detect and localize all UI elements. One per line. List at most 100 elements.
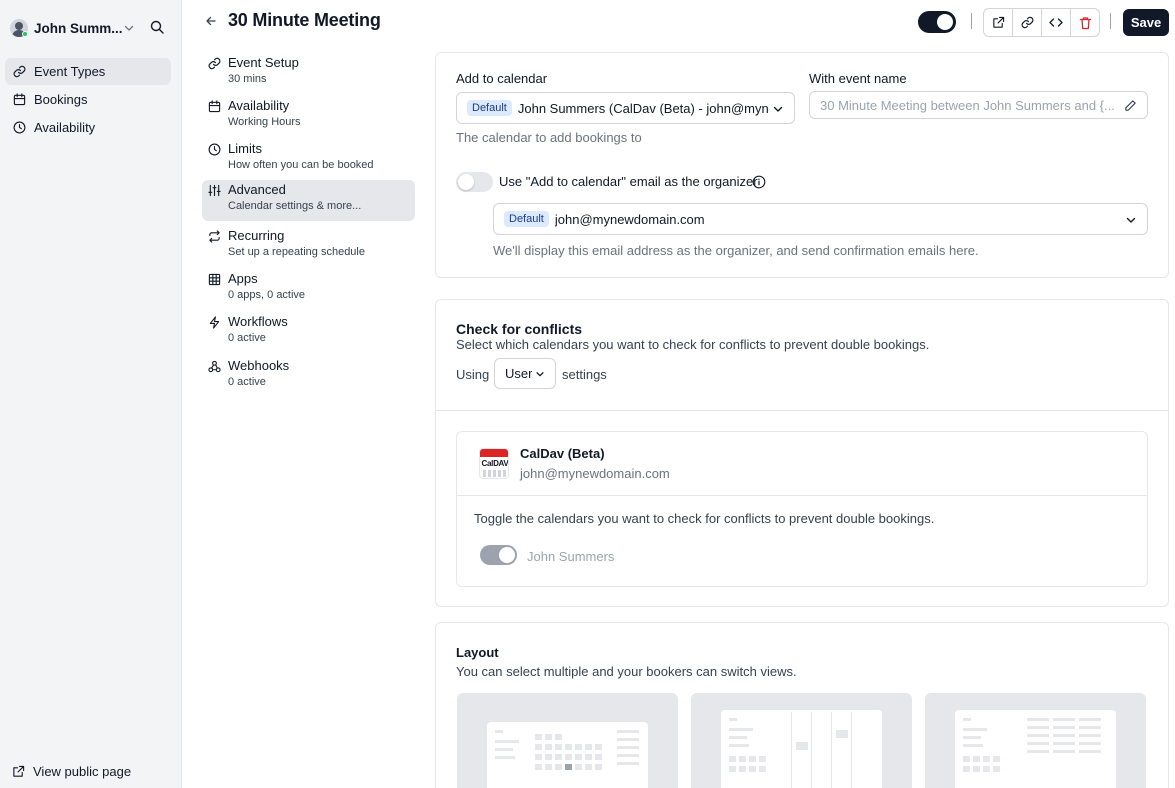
default-badge: Default: [504, 211, 549, 227]
chevron-down-icon: [1126, 217, 1136, 223]
using-suffix: settings: [562, 367, 607, 382]
clock-icon: [13, 121, 26, 134]
organizer-email-select[interactable]: Default john@mynewdomain.com: [493, 203, 1148, 235]
sidebar-item-availability[interactable]: Availability: [5, 114, 171, 141]
tab-availability[interactable]: Availability Working Hours: [202, 96, 415, 137]
tab-apps[interactable]: Apps 0 apps, 0 active: [202, 269, 415, 310]
external-link-icon: [13, 765, 25, 777]
conflicts-title: Check for conflicts: [456, 321, 583, 337]
calendar-conflict-toggle[interactable]: [480, 545, 517, 565]
tab-recurring[interactable]: Recurring Set up a repeating schedule: [202, 226, 415, 267]
settings-scope-select[interactable]: User: [494, 358, 556, 389]
default-badge: Default: [467, 100, 512, 116]
tab-description: How often you can be booked: [228, 159, 374, 171]
sidebar-item-label: Availability: [34, 120, 96, 135]
calendar-name: John Summers: [527, 549, 615, 564]
layout-option-week[interactable]: [691, 693, 912, 788]
back-arrow-icon[interactable]: [204, 14, 218, 28]
tab-title: Recurring: [228, 228, 285, 243]
calendar-icon: [13, 93, 26, 106]
trash-icon: [1079, 16, 1091, 29]
delete-button[interactable]: [1071, 9, 1099, 36]
embed-button[interactable]: [1042, 9, 1071, 36]
add-to-calendar-label: Add to calendar: [456, 71, 548, 86]
using-prefix: Using: [456, 367, 490, 382]
conflicts-subtitle: Select which calendars you want to check…: [456, 337, 930, 352]
link-icon: [208, 57, 221, 70]
tab-workflows[interactable]: Workflows 0 active: [202, 312, 415, 353]
calendar-icon: [208, 100, 221, 113]
tab-description: Calendar settings & more...: [228, 200, 362, 212]
divider: [457, 495, 1147, 496]
layout-title: Layout: [456, 645, 499, 660]
info-icon[interactable]: [752, 175, 766, 189]
tab-description: 0 active: [228, 376, 266, 388]
organizer-email-value: john@mynewdomain.com: [554, 211, 705, 227]
divider: [436, 410, 1168, 411]
divider: [1110, 13, 1111, 29]
tab-description: Working Hours: [228, 116, 301, 128]
tab-event-setup[interactable]: Event Setup 30 mins: [202, 53, 415, 94]
link-icon: [1021, 16, 1033, 29]
tab-title: Apps: [228, 271, 258, 286]
divider: [971, 13, 972, 29]
preview-button[interactable]: [984, 9, 1013, 36]
layout-option-column[interactable]: [925, 693, 1146, 788]
link-icon: [13, 65, 26, 78]
external-link-icon: [992, 16, 1004, 28]
calendar-select-value: John Summers (CalDav (Beta) - john@mynew…: [517, 100, 768, 116]
layout-option-month[interactable]: [457, 693, 678, 788]
sidebar-item-label: Event Types: [34, 64, 106, 79]
chevron-down-icon: [773, 106, 783, 112]
tab-webhooks[interactable]: Webhooks 0 active: [202, 356, 415, 397]
caldav-logo-text: CalDAV: [481, 459, 509, 468]
hidden-toggle[interactable]: [918, 11, 956, 33]
sidebar-item-label: Bookings: [34, 92, 88, 107]
chevron-down-icon: [536, 371, 544, 376]
tab-description: Set up a repeating schedule: [228, 246, 365, 258]
calendar-integration-box: CalDAV CalDav (Beta) john@mynewdomain.co…: [456, 431, 1148, 587]
tab-description: 30 mins: [228, 73, 267, 85]
save-button[interactable]: Save: [1123, 9, 1169, 36]
calendar-settings-card: Add to calendar Default John Summers (Ca…: [435, 52, 1169, 278]
sidebar-item-event-types[interactable]: Event Types: [5, 58, 171, 85]
webhook-icon: [208, 360, 221, 373]
caldav-logo: CalDAV: [479, 448, 509, 479]
event-name-input[interactable]: 30 Minute Meeting between John Summers a…: [809, 91, 1148, 119]
organizer-toggle[interactable]: [456, 172, 493, 192]
tab-limits[interactable]: Limits How often you can be booked: [202, 139, 415, 180]
event-name-placeholder: 30 Minute Meeting between John Summers a…: [820, 97, 1115, 113]
conflicts-card: Check for conflicts Select which calenda…: [435, 299, 1169, 607]
user-name: John Summ...: [34, 20, 123, 36]
pencil-icon[interactable]: [1124, 99, 1137, 112]
tab-title: Limits: [228, 141, 262, 156]
integration-email: john@mynewdomain.com: [520, 466, 670, 481]
calendar-hint: The calendar to add bookings to: [456, 130, 642, 145]
tab-title: Advanced: [228, 182, 286, 197]
sidebar-item-bookings[interactable]: Bookings: [5, 86, 171, 113]
calendar-select[interactable]: Default John Summers (CalDav (Beta) - jo…: [456, 92, 795, 124]
view-public-page-link[interactable]: View public page: [12, 764, 131, 779]
sliders-icon: [208, 184, 221, 197]
copy-link-button[interactable]: [1013, 9, 1042, 36]
clock-icon: [208, 143, 221, 156]
chevron-down-icon: [124, 25, 134, 31]
page-title: 30 Minute Meeting: [228, 10, 381, 30]
zap-icon: [209, 316, 220, 329]
search-icon[interactable]: [150, 20, 164, 34]
organizer-toggle-label: Use "Add to calendar" email as the organ…: [499, 174, 758, 189]
code-icon: [1049, 18, 1063, 27]
view-public-page-label: View public page: [33, 764, 132, 779]
toggle-hint: Toggle the calendars you want to check f…: [474, 511, 935, 526]
tab-description: 0 apps, 0 active: [228, 289, 306, 301]
integration-name: CalDav (Beta): [520, 446, 605, 461]
repeat-icon: [209, 230, 220, 243]
tab-title: Webhooks: [228, 358, 290, 373]
tab-advanced[interactable]: Advanced Calendar settings & more...: [202, 180, 415, 221]
grid-icon: [208, 273, 221, 286]
tab-title: Availability: [228, 98, 290, 113]
event-name-label: With event name: [809, 71, 907, 86]
app-sidebar: John Summ... Event Types Bookings Availa…: [0, 0, 182, 788]
layout-subtitle: You can select multiple and your bookers…: [456, 664, 797, 679]
user-menu[interactable]: John Summ...: [10, 15, 170, 41]
